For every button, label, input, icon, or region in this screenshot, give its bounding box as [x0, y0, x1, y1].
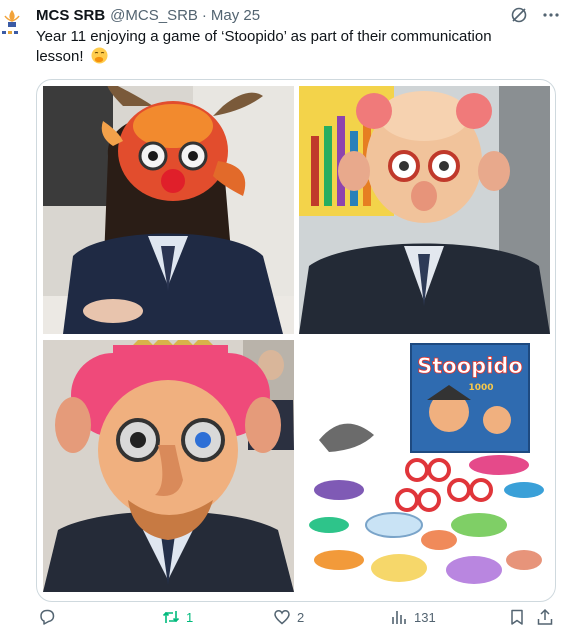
media-grid: Stoopido 1000 [36, 79, 556, 602]
views-icon [390, 608, 408, 626]
reply-button[interactable] [38, 608, 62, 626]
avatar[interactable] [0, 6, 24, 46]
author-name[interactable]: MCS SRB [36, 7, 105, 24]
box-title: Stoopido [417, 354, 523, 378]
share-icon [536, 608, 554, 626]
separator: · [201, 6, 207, 24]
like-count: 2 [297, 609, 305, 625]
grok-icon[interactable] [510, 6, 528, 24]
tweet-action-bar: 1 2 131 [36, 606, 556, 630]
views-count: 131 [414, 609, 436, 625]
face-with-hand-over-mouth-emoji [91, 47, 108, 64]
bookmark-icon [508, 608, 526, 626]
more-options-icon[interactable] [542, 6, 560, 24]
repost-button[interactable]: 1 [162, 608, 193, 626]
photo-student-bald-mask[interactable] [299, 86, 550, 334]
reply-icon [38, 608, 56, 626]
heart-icon [273, 608, 291, 626]
photo-stoopido-game[interactable]: Stoopido 1000 [299, 340, 550, 592]
tweet-header: MCS SRB @MCS_SRB · May 25 [36, 4, 560, 26]
repost-icon [162, 608, 180, 626]
box-number: 1000 [468, 383, 493, 393]
bookmark-button[interactable] [508, 608, 526, 626]
like-button[interactable]: 2 [273, 608, 304, 626]
header-actions [510, 4, 560, 26]
photo-student-curly-mask[interactable] [43, 340, 294, 592]
share-button[interactable] [536, 608, 554, 626]
photo-student-bull-mask[interactable] [43, 86, 294, 334]
author-handle[interactable]: @MCS_SRB [110, 7, 198, 24]
repost-count: 1 [186, 609, 194, 625]
tweet-text: Year 11 enjoying a game of ‘Stoopido’ as… [36, 27, 536, 67]
tweet-date[interactable]: May 25 [211, 7, 260, 24]
views-button[interactable]: 131 [390, 608, 436, 626]
